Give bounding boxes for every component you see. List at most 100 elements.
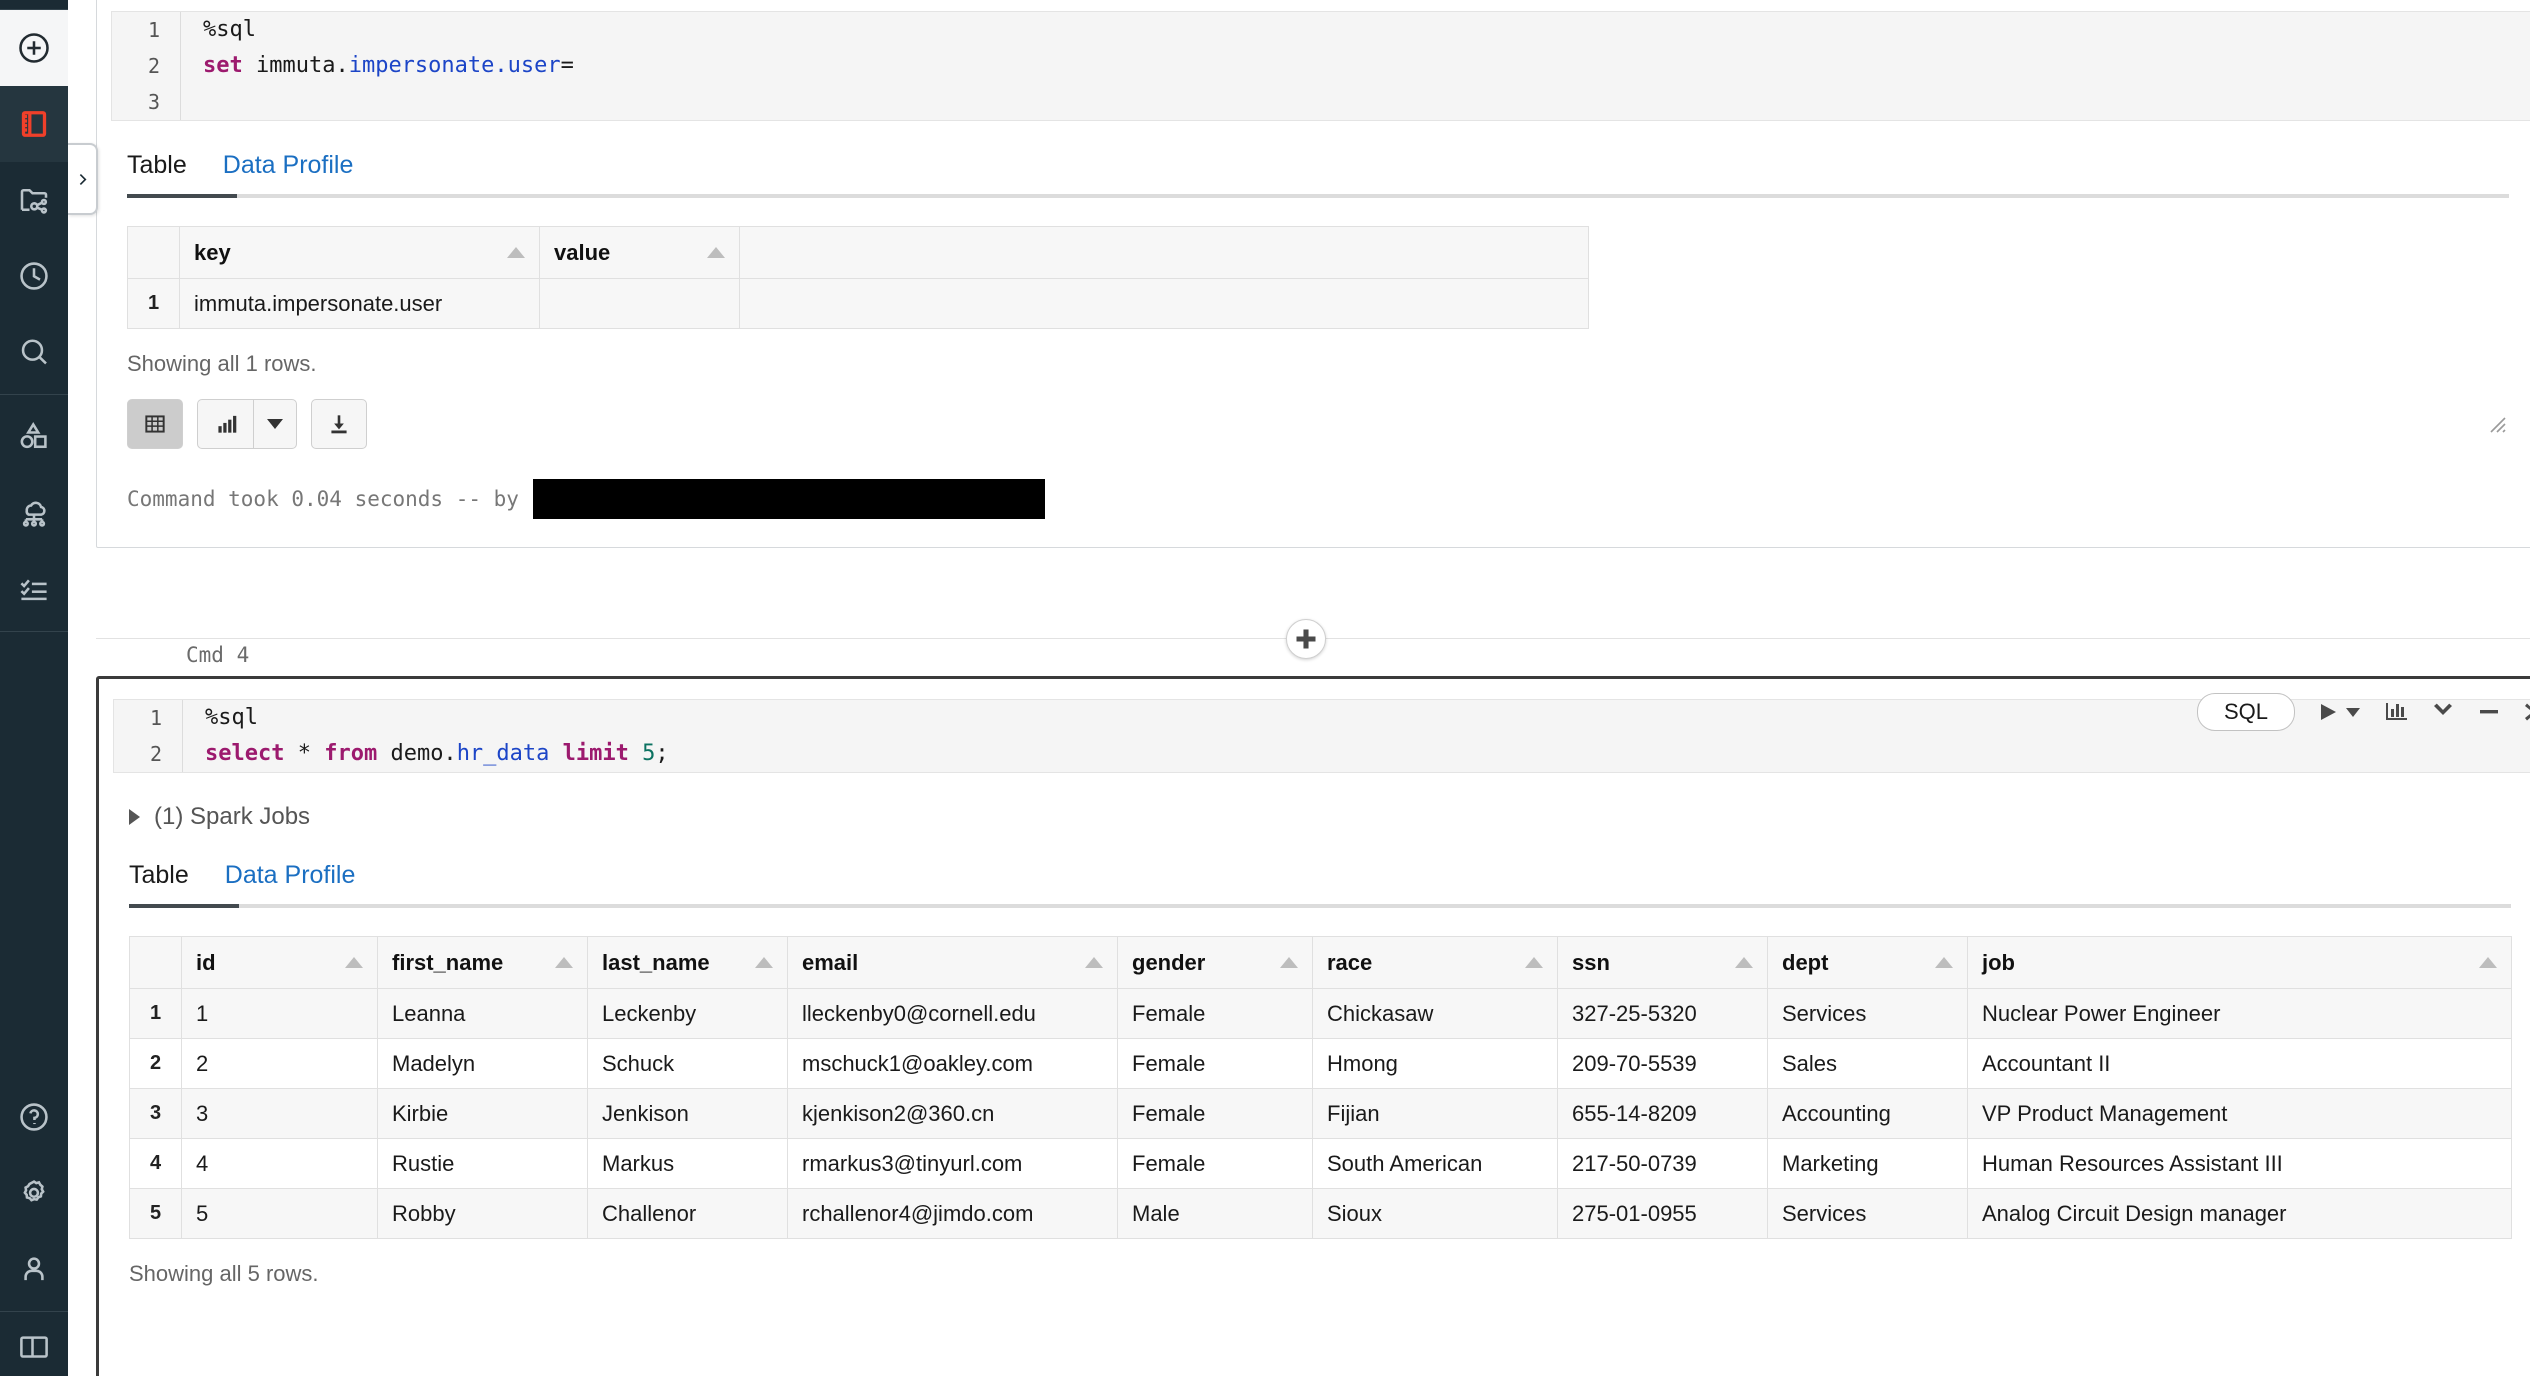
table-row[interactable]: 5 5 Robby Challenor rchallenor4@jimdo.co…: [129, 1188, 2512, 1239]
column-header-ssn[interactable]: ssn: [1557, 936, 1768, 989]
minus-icon: [2480, 710, 2498, 714]
column-label: last_name: [602, 949, 710, 975]
sidebar-item-settings[interactable]: [0, 1155, 68, 1231]
table-head: key value: [127, 226, 1589, 279]
column-header-email[interactable]: email: [787, 936, 1118, 989]
code-text[interactable]: %sql: [182, 700, 2530, 736]
notebook-cell-1[interactable]: 1 %sql 2 set immuta.impersonate.user= 3 …: [96, 0, 2530, 548]
code-token-keyword: set: [203, 53, 256, 78]
row-index: 1: [127, 278, 180, 329]
sidebar-item-account[interactable]: [0, 1231, 68, 1307]
table-cell-race: South American: [1312, 1138, 1558, 1189]
table-cell-first-name: Rustie: [377, 1138, 588, 1189]
cell-1-result-table: key value 1 immuta.impersonate.user: [127, 226, 1589, 329]
chart-view-button[interactable]: [197, 399, 253, 449]
cell-1-code-editor[interactable]: 1 %sql 2 set immuta.impersonate.user= 3: [111, 11, 2530, 121]
sidebar-item-recents[interactable]: [0, 238, 68, 314]
code-text[interactable]: set immuta.impersonate.user=: [180, 48, 2530, 84]
sort-ascending-icon[interactable]: [2479, 957, 2497, 968]
tab-data-profile[interactable]: Data Profile: [223, 151, 354, 194]
close-x-icon: [2525, 703, 2530, 721]
download-results-button[interactable]: [311, 399, 367, 449]
spark-jobs-disclosure[interactable]: (1) Spark Jobs: [129, 803, 2530, 831]
code-token-keyword: limit: [562, 741, 643, 766]
table-row[interactable]: 1 1 Leanna Leckenby lleckenby0@cornell.e…: [129, 988, 2512, 1039]
column-header-gender[interactable]: gender: [1117, 936, 1313, 989]
code-token-operator: ;: [655, 741, 669, 766]
code-token-keyword: select: [205, 741, 298, 766]
column-header-dept[interactable]: dept: [1767, 936, 1968, 989]
download-icon: [331, 415, 347, 434]
sidebar-item-help[interactable]: [0, 1079, 68, 1155]
add-to-dashboard-button[interactable]: [2383, 700, 2409, 724]
column-header-key[interactable]: key: [179, 226, 540, 279]
sort-ascending-icon[interactable]: [555, 957, 573, 968]
sidebar-item-search[interactable]: [0, 314, 68, 390]
sort-ascending-icon[interactable]: [1935, 957, 1953, 968]
plus-icon: [1296, 629, 1316, 649]
table-cell-first-name: Madelyn: [377, 1038, 588, 1089]
code-text[interactable]: [180, 84, 2530, 120]
column-header-last-name[interactable]: last_name: [587, 936, 788, 989]
tab-table[interactable]: Table: [127, 151, 187, 194]
redacted-user-block: [532, 479, 1045, 519]
sidebar-item-repos[interactable]: [0, 162, 68, 238]
gear-icon: [23, 1180, 45, 1202]
tab-table[interactable]: Table: [129, 861, 189, 904]
code-line: 3: [112, 84, 2530, 120]
close-cell-button[interactable]: [2523, 701, 2530, 723]
sidebar-item-workflows[interactable]: [0, 551, 68, 627]
table-row[interactable]: 1 immuta.impersonate.user: [127, 278, 1589, 329]
databricks-notebook-app: 1 %sql 2 set immuta.impersonate.user= 3 …: [0, 0, 2530, 1376]
cell-2-code-editor[interactable]: 1 %sql 2 select * from demo.hr_data limi…: [113, 699, 2530, 773]
table-cell-job: Human Resources Assistant III: [1967, 1138, 2512, 1189]
code-text[interactable]: %sql: [180, 12, 2530, 48]
run-cell-button[interactable]: [2317, 700, 2361, 724]
sidebar-item-new[interactable]: [0, 10, 68, 86]
column-header-first-name[interactable]: first_name: [377, 936, 588, 989]
column-header-id[interactable]: id: [181, 936, 378, 989]
table-cell-id: 3: [181, 1088, 378, 1139]
column-header-value[interactable]: value: [539, 226, 740, 279]
table-cell-job: Nuclear Power Engineer: [1967, 988, 2512, 1039]
play-icon: [2321, 704, 2336, 720]
add-cell-button[interactable]: [1286, 619, 1326, 659]
tab-data-profile[interactable]: Data Profile: [225, 861, 356, 904]
expand-sidebar-handle[interactable]: [68, 143, 98, 215]
code-token-operator: *: [297, 741, 325, 766]
sort-ascending-icon[interactable]: [755, 957, 773, 968]
sidebar-item-workspace[interactable]: [0, 86, 68, 162]
code-text[interactable]: select * from demo.hr_data limit 5;: [182, 736, 2530, 772]
chart-button-group: [197, 399, 297, 449]
table-cell-job: Analog Circuit Design manager: [1967, 1188, 2512, 1239]
minimize-cell-button[interactable]: [2477, 701, 2501, 723]
sidebar-item-data[interactable]: [0, 399, 68, 475]
table-row[interactable]: 2 2 Madelyn Schuck mschuck1@oakley.com F…: [129, 1038, 2512, 1089]
chart-dropdown-button[interactable]: [253, 399, 297, 449]
table-cell-ssn: 275-01-0955: [1557, 1188, 1768, 1239]
table-view-button[interactable]: [127, 399, 183, 449]
sort-ascending-icon[interactable]: [345, 957, 363, 968]
sort-ascending-icon[interactable]: [1085, 957, 1103, 968]
table-cell-last-name: Challenor: [587, 1188, 788, 1239]
sort-ascending-icon[interactable]: [707, 247, 725, 258]
sidebar-item-panel-toggle[interactable]: [0, 1316, 68, 1376]
sidebar-top-divider: [0, 0, 68, 10]
cell-more-menu-button[interactable]: [2431, 701, 2455, 723]
column-header-job[interactable]: job: [1967, 936, 2512, 989]
column-header-race[interactable]: race: [1312, 936, 1558, 989]
row-index: 2: [129, 1038, 182, 1089]
resize-grip-icon[interactable]: [2487, 414, 2507, 434]
column-label: id: [196, 949, 216, 975]
language-badge[interactable]: SQL: [2196, 693, 2295, 731]
sort-ascending-icon[interactable]: [507, 247, 525, 258]
sort-ascending-icon[interactable]: [1735, 957, 1753, 968]
table-row[interactable]: 3 3 Kirbie Jenkison kjenkison2@360.cn Fe…: [129, 1088, 2512, 1139]
table-row[interactable]: 4 4 Rustie Markus rmarkus3@tinyurl.com F…: [129, 1138, 2512, 1189]
sort-ascending-icon[interactable]: [1525, 957, 1543, 968]
notebook-cell-2[interactable]: SQL 1 %sql 2 select * from demo.hr_data …: [96, 676, 2530, 1376]
line-number: 3: [147, 90, 160, 114]
sidebar-item-compute[interactable]: [0, 475, 68, 551]
sort-ascending-icon[interactable]: [1280, 957, 1298, 968]
code-token-keyword: from: [324, 741, 391, 766]
